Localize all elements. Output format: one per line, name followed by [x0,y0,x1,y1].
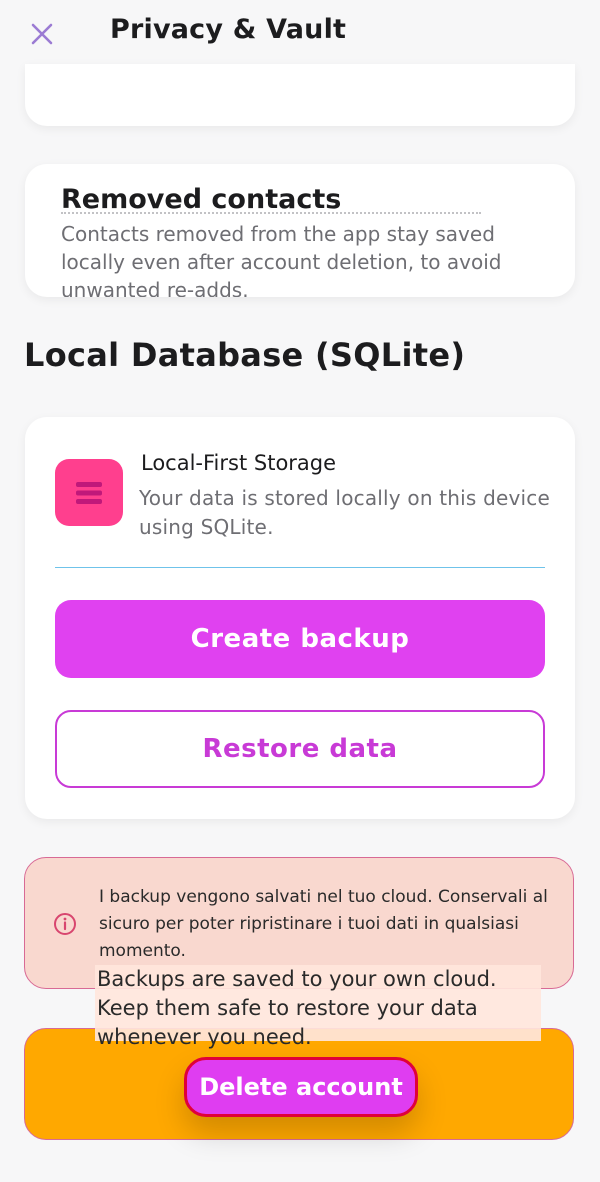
storage-icon-badge [55,459,123,526]
removed-contacts-description: Contacts removed from the app stay saved… [61,222,502,297]
removed-contacts-title: Removed contacts [61,184,342,215]
delete-account-button[interactable]: Delete account [184,1057,418,1117]
close-icon [31,23,53,45]
close-button[interactable] [24,14,60,54]
notice-text: I backup vengono salvati nel tuo cloud. … [99,887,548,961]
removed-contacts-card: Removed contacts Contacts removed from t… [25,164,575,297]
page-title: Privacy & Vault [110,14,347,45]
previous-card [25,64,575,126]
app-header: Privacy & Vault [0,0,600,70]
divider [55,567,545,568]
translation-overlay: Backups are saved to your own cloud. Kee… [95,965,541,1049]
local-storage-card: Local-First Storage Your data is stored … [25,417,575,819]
clipped-text-line [61,212,481,218]
section-title-local-database: Local Database (SQLite) [24,336,466,374]
storage-title: Local-First Storage [141,451,337,475]
database-icon [76,481,102,504]
info-icon [54,913,76,935]
storage-description: Your data is stored locally on this devi… [139,486,550,539]
restore-data-button[interactable]: Restore data [55,710,545,788]
create-backup-button[interactable]: Create backup [55,600,545,678]
